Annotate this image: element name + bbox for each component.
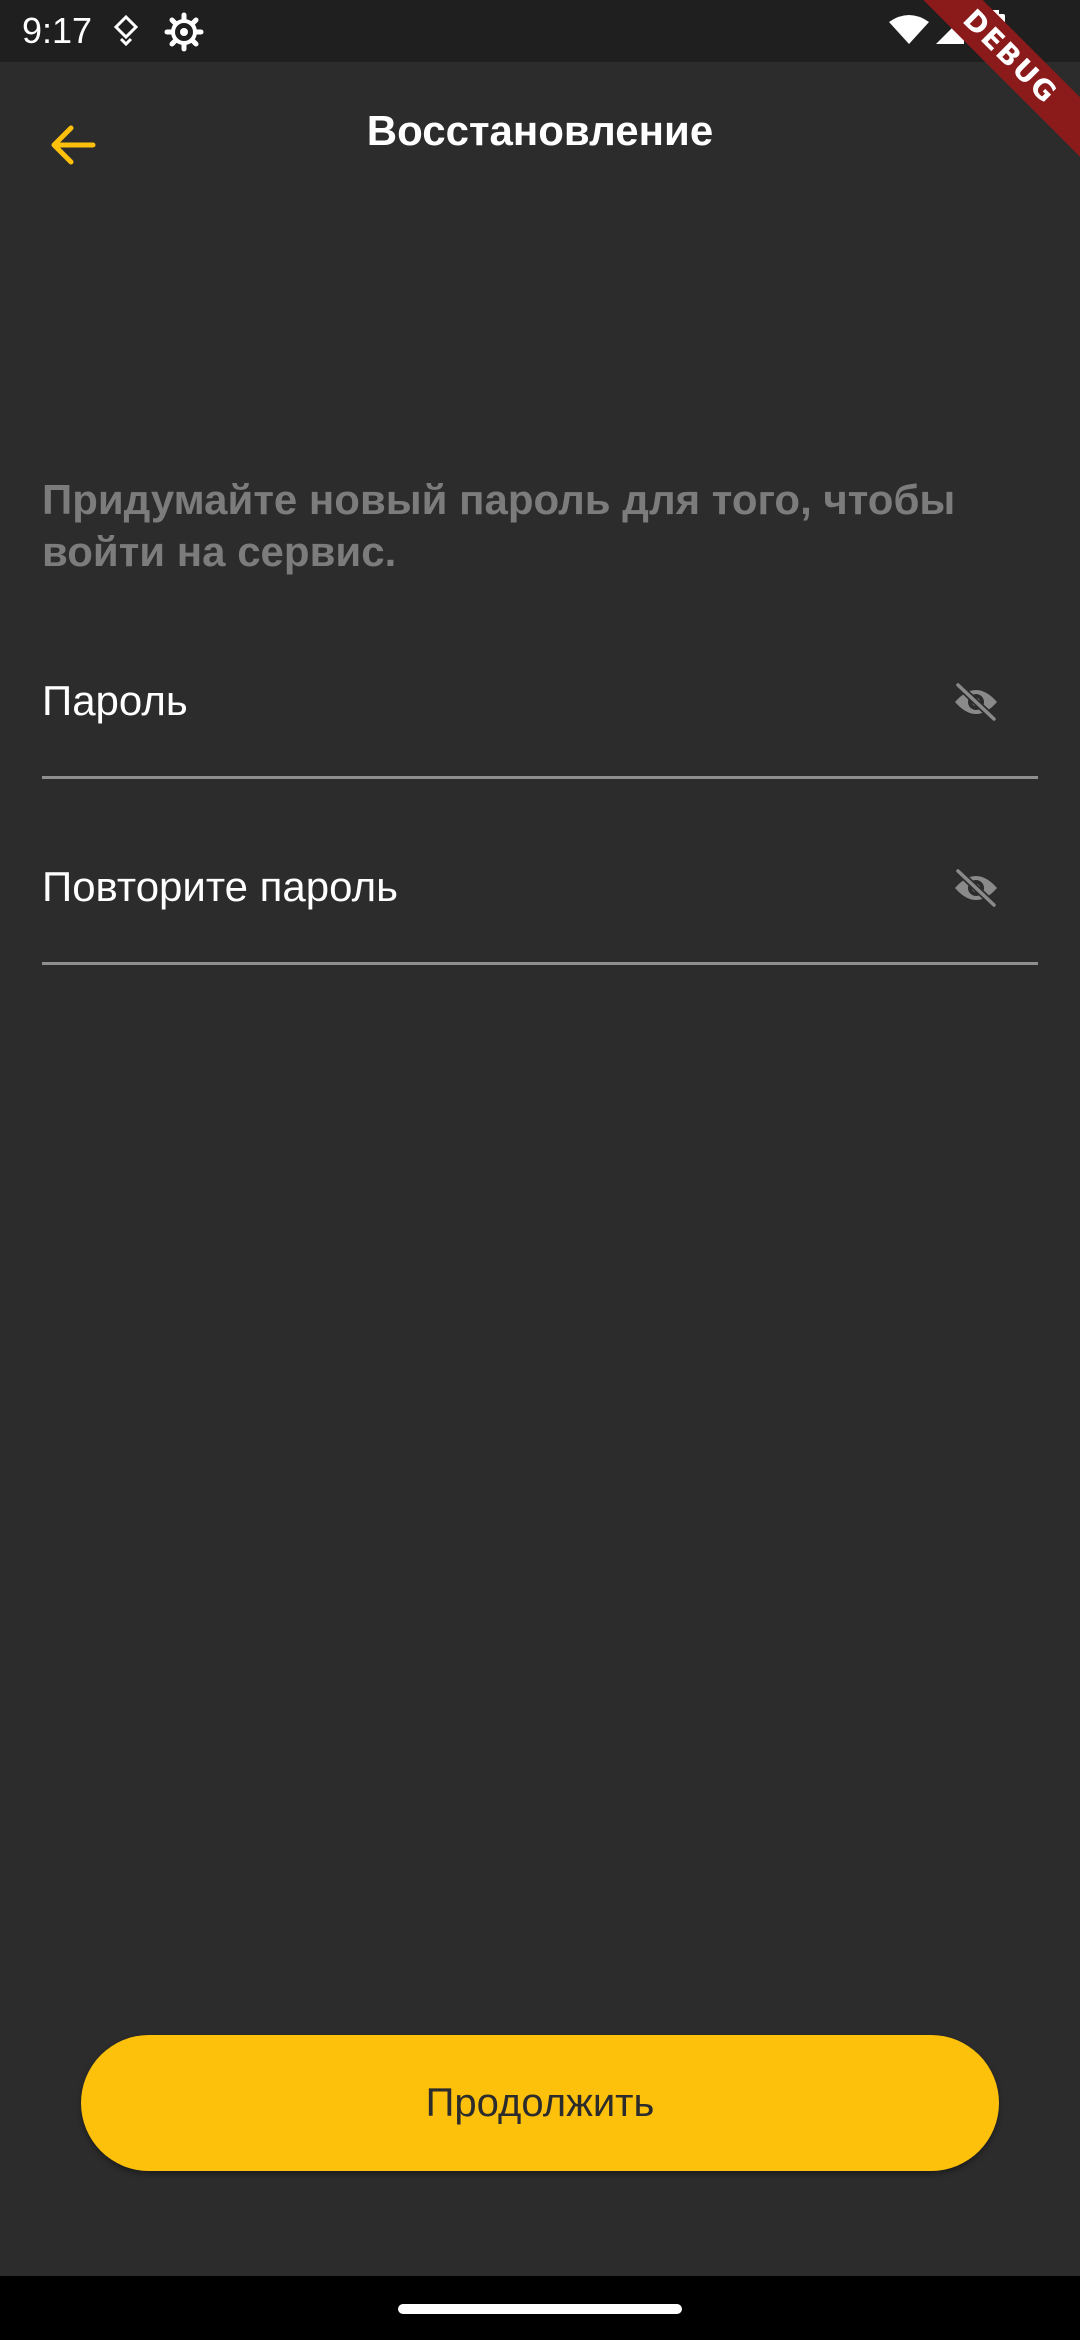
location-pin-icon	[112, 14, 140, 53]
page-title: Восстановление	[366, 107, 714, 154]
password-field: Пароль	[42, 636, 1038, 779]
repeat-password-field: Повторите пароль	[42, 822, 1038, 965]
recovery-screen: 9:17 DEBUG Восстановление Придумайте нов…	[0, 0, 1080, 2340]
eye-off-icon	[952, 867, 1000, 913]
navigation-bar	[0, 2276, 1080, 2340]
wifi-icon	[888, 14, 930, 51]
password-visibility-toggle[interactable]	[946, 674, 1006, 734]
instruction-text: Придумайте новый пароль для того, чтобы …	[42, 476, 956, 575]
repeat-password-visibility-toggle[interactable]	[946, 860, 1006, 920]
app-bar: Восстановление	[0, 62, 1080, 212]
repeat-password-input[interactable]	[42, 822, 942, 942]
home-indicator[interactable]	[398, 2304, 682, 2314]
status-bar: 9:17	[0, 0, 1080, 62]
password-input[interactable]	[42, 636, 942, 756]
settings-gear-icon	[164, 12, 204, 57]
status-time: 9:17	[22, 10, 93, 51]
continue-button[interactable]: Продолжить	[81, 2035, 999, 2171]
eye-off-icon	[952, 681, 1000, 727]
